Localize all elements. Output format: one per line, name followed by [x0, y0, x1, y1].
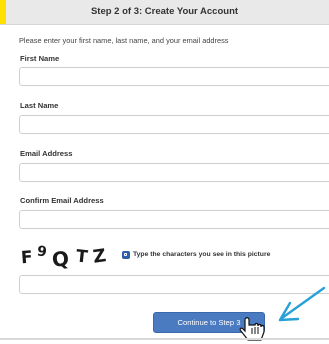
captcha-image: F 9 Q T Z	[20, 243, 123, 271]
captcha-char: T	[74, 246, 89, 268]
page-title: Step 2 of 3: Create Your Account	[90, 6, 239, 17]
step-header: Step 2 of 3: Create Your Account	[0, 0, 329, 25]
email-field[interactable]	[19, 163, 329, 182]
last-name-label: Last Name	[20, 101, 59, 110]
captcha-char: F	[20, 247, 34, 269]
last-name-field[interactable]	[19, 115, 329, 134]
captcha-char: Z	[91, 245, 108, 268]
first-name-field[interactable]	[19, 67, 329, 86]
confirm-email-label: Confirm Email Address	[20, 196, 104, 205]
captcha-hint: Type the characters you see in this pict…	[133, 251, 271, 258]
email-label: Email Address	[20, 149, 73, 158]
captcha-char: Q	[50, 246, 71, 272]
arrow-annotation-icon	[278, 286, 326, 322]
bottom-divider	[0, 338, 329, 340]
first-name-label: First Name	[20, 54, 60, 63]
captcha-char: 9	[35, 243, 48, 261]
confirm-email-field[interactable]	[19, 210, 329, 229]
form-instructions: Please enter your first name, last name,…	[19, 36, 229, 45]
audio-captcha-icon[interactable]	[122, 251, 130, 259]
